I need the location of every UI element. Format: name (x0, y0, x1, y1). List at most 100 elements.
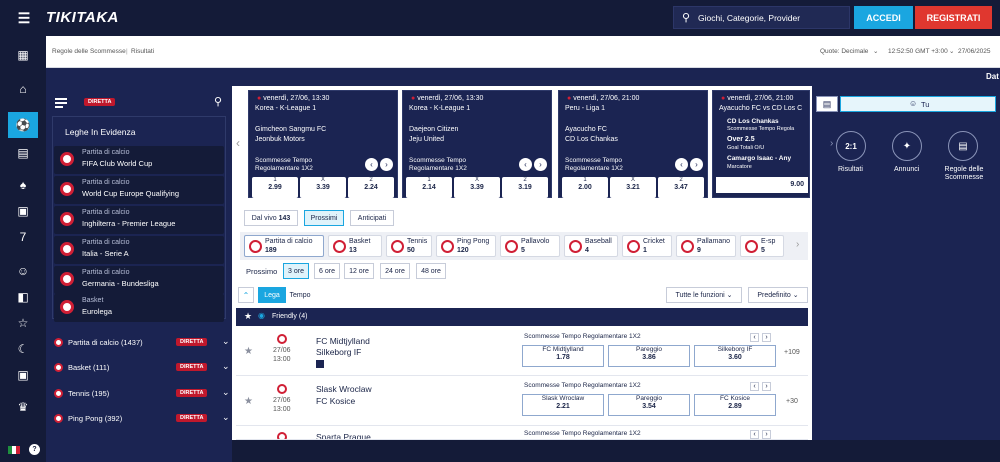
sort-select[interactable]: Predefinito ⌄ (748, 287, 808, 303)
live-badge[interactable]: DIRETTA (84, 98, 116, 106)
time-filter-48h[interactable]: 48 ore (416, 263, 446, 279)
user-field[interactable]: ☺ Tu (840, 96, 996, 112)
app-logo-icon[interactable]: ☰ (14, 10, 34, 26)
time-filter-24h[interactable]: 24 ore (380, 263, 410, 279)
sport-chip[interactable]: Pallavolo 5 (500, 235, 560, 257)
chevron-right-icon[interactable]: › (762, 333, 771, 342)
search-box[interactable]: ⚲ Giochi, Categorie, Provider (673, 6, 850, 29)
search-input[interactable]: Giochi, Categorie, Provider (698, 13, 800, 23)
chevron-left-icon[interactable]: ‹ (675, 158, 688, 171)
basket-icon[interactable]: ▣ (14, 366, 32, 384)
sports-active-icon[interactable]: ⚽ (8, 112, 38, 138)
match-row[interactable]: Sparta Prague Scommesse Tempo Regolament… (236, 428, 808, 440)
menu-icon[interactable] (55, 98, 67, 108)
sport-row[interactable]: Partita di calcio (1437) DIRETTA ⌄ (54, 333, 232, 353)
slot-icon[interactable]: ▣ (14, 202, 32, 220)
odd-button[interactable]: 2 2.24 (348, 177, 394, 198)
time-filter-12h[interactable]: 12 ore (344, 263, 374, 279)
more-markets[interactable]: +30 (786, 398, 798, 405)
tab-early[interactable]: Anticipati (350, 210, 394, 226)
trophy-icon[interactable]: ☆ (14, 314, 32, 332)
chevron-right-icon[interactable]: › (380, 158, 393, 171)
bet-builder-card[interactable]: ● venerdì, 27/06, 21:00 Ayacucho FC vs C… (712, 90, 810, 198)
odd-button[interactable]: X 3.39 (454, 177, 500, 198)
betslip-icon[interactable]: ▤ (816, 96, 838, 112)
league-group-header[interactable]: ★ ◉ Friendly (4) (236, 308, 808, 326)
odd-button[interactable]: 1 2.14 (406, 177, 452, 198)
chevron-down-icon[interactable]: ⌄ (222, 361, 230, 372)
odd-button[interactable]: 2 3.19 (502, 177, 548, 198)
chevron-down-icon[interactable]: ⌄ (222, 336, 230, 347)
odd-button[interactable]: Slask Wroclaw 2.21 (522, 394, 604, 416)
results-button[interactable]: 2:1 (836, 131, 866, 161)
sport-chip[interactable]: Cricket 1 (622, 235, 672, 257)
stats-icon[interactable] (316, 360, 324, 368)
help-icon[interactable]: ? (29, 444, 40, 455)
time-filter-6h[interactable]: 6 ore (314, 263, 340, 279)
sport-chip[interactable]: Pallamano 9 (676, 235, 736, 257)
crown-icon[interactable]: ♛ (14, 398, 32, 416)
collapse-button[interactable]: ⌃ (238, 287, 254, 303)
tab-live[interactable]: Dal vivo 143 (244, 210, 298, 226)
odd-button[interactable]: Pareggio 3.54 (608, 394, 690, 416)
highlight-league[interactable]: Partita di calcio World Cup Europe Qualif… (54, 176, 224, 204)
search-icon[interactable]: ⚲ (214, 95, 222, 108)
chevron-right-icon[interactable]: › (762, 430, 771, 439)
chevron-right-icon[interactable]: › (534, 158, 547, 171)
chevron-left-icon[interactable]: ‹ (750, 382, 759, 391)
chevron-right-icon[interactable]: › (690, 158, 703, 171)
view-tempo[interactable]: Tempo (286, 287, 314, 303)
odd-button[interactable]: Pareggio 3.86 (608, 345, 690, 367)
chevron-left-icon[interactable]: ‹ (365, 158, 378, 171)
match-row[interactable]: ★ 27/06 13:00 Slask Wroclaw FC Kosice Sc… (236, 378, 808, 426)
match-card[interactable]: ● venerdì, 27/06, 21:00 Peru - Liga 1 Ay… (558, 90, 708, 198)
rules-link[interactable]: Regole delle Scommesse (52, 48, 126, 55)
crash-icon[interactable]: ☾ (14, 340, 32, 358)
rules-button[interactable]: ▤ (948, 131, 978, 161)
register-button[interactable]: REGISTRATI (915, 6, 992, 29)
sport-row[interactable]: Tennis (195) DIRETTA ⌄ (54, 384, 232, 404)
odd-button[interactable]: 1 2.99 (252, 177, 298, 198)
highlight-league[interactable]: Partita di calcio Italia - Serie A (54, 236, 224, 264)
sport-chip[interactable]: Partita di calcio 189 (244, 235, 324, 257)
chevron-left-icon[interactable]: ‹ (750, 430, 759, 439)
chevron-left-icon[interactable]: ‹ (519, 158, 532, 171)
sport-chip[interactable]: Ping Pong 120 (436, 235, 496, 257)
odd-button[interactable]: 9.00 (716, 177, 808, 193)
chevron-left-icon[interactable]: ‹ (236, 136, 240, 150)
match-card[interactable]: ● venerdì, 27/06, 13:30 Korea - K-League… (402, 90, 552, 198)
lucky-seven-icon[interactable]: 7 (14, 228, 32, 246)
chevron-down-icon[interactable]: ⌄ (222, 387, 230, 398)
flag-italy-icon[interactable] (8, 446, 20, 454)
chevron-right-icon[interactable]: › (830, 138, 833, 149)
tv-icon[interactable]: ◧ (14, 288, 32, 306)
star-icon[interactable]: ★ (244, 346, 253, 357)
odd-button[interactable]: X 3.39 (300, 177, 346, 198)
chevron-right-icon[interactable]: › (796, 239, 799, 250)
announcements-button[interactable]: ✦ (892, 131, 922, 161)
stadium-icon[interactable]: ▤ (14, 144, 32, 162)
view-lega[interactable]: Lega (258, 287, 286, 303)
sport-chip[interactable]: Basket 13 (328, 235, 382, 257)
more-markets[interactable]: +109 (784, 349, 800, 356)
results-link[interactable]: Risultati (131, 48, 154, 55)
star-icon[interactable]: ★ (244, 311, 252, 322)
sport-row[interactable]: Basket (111) DIRETTA ⌄ (54, 358, 232, 378)
dealer-icon[interactable]: ☺ (14, 262, 32, 280)
odd-button[interactable]: FC Kosice 2.89 (694, 394, 776, 416)
tab-next[interactable]: Prossimi (304, 210, 344, 226)
star-icon[interactable]: ★ (244, 396, 253, 407)
sport-chip[interactable]: Tennis 50 (386, 235, 432, 257)
sport-chip[interactable]: E-sp 5 (740, 235, 784, 257)
highlight-league[interactable]: Partita di calcio Inghilterra - Premier L… (54, 206, 224, 234)
odd-button[interactable]: X 3.21 (610, 177, 656, 198)
odd-button[interactable]: 2 3.47 (658, 177, 704, 198)
functions-select[interactable]: Tutte le funzioni ⌄ (666, 287, 742, 303)
chevron-left-icon[interactable]: ‹ (750, 333, 759, 342)
login-button[interactable]: ACCEDI (854, 6, 913, 29)
odd-button[interactable]: Silkeborg IF 3.60 (694, 345, 776, 367)
highlight-league[interactable]: Partita di calcio FIFA Club World Cup (54, 146, 224, 174)
sport-chip[interactable]: Baseball 4 (564, 235, 618, 257)
casino-icon[interactable]: ♠ (14, 176, 32, 194)
match-row[interactable]: ★ 27/06 13:00 FC Midtjylland Silkeborg I… (236, 328, 808, 376)
